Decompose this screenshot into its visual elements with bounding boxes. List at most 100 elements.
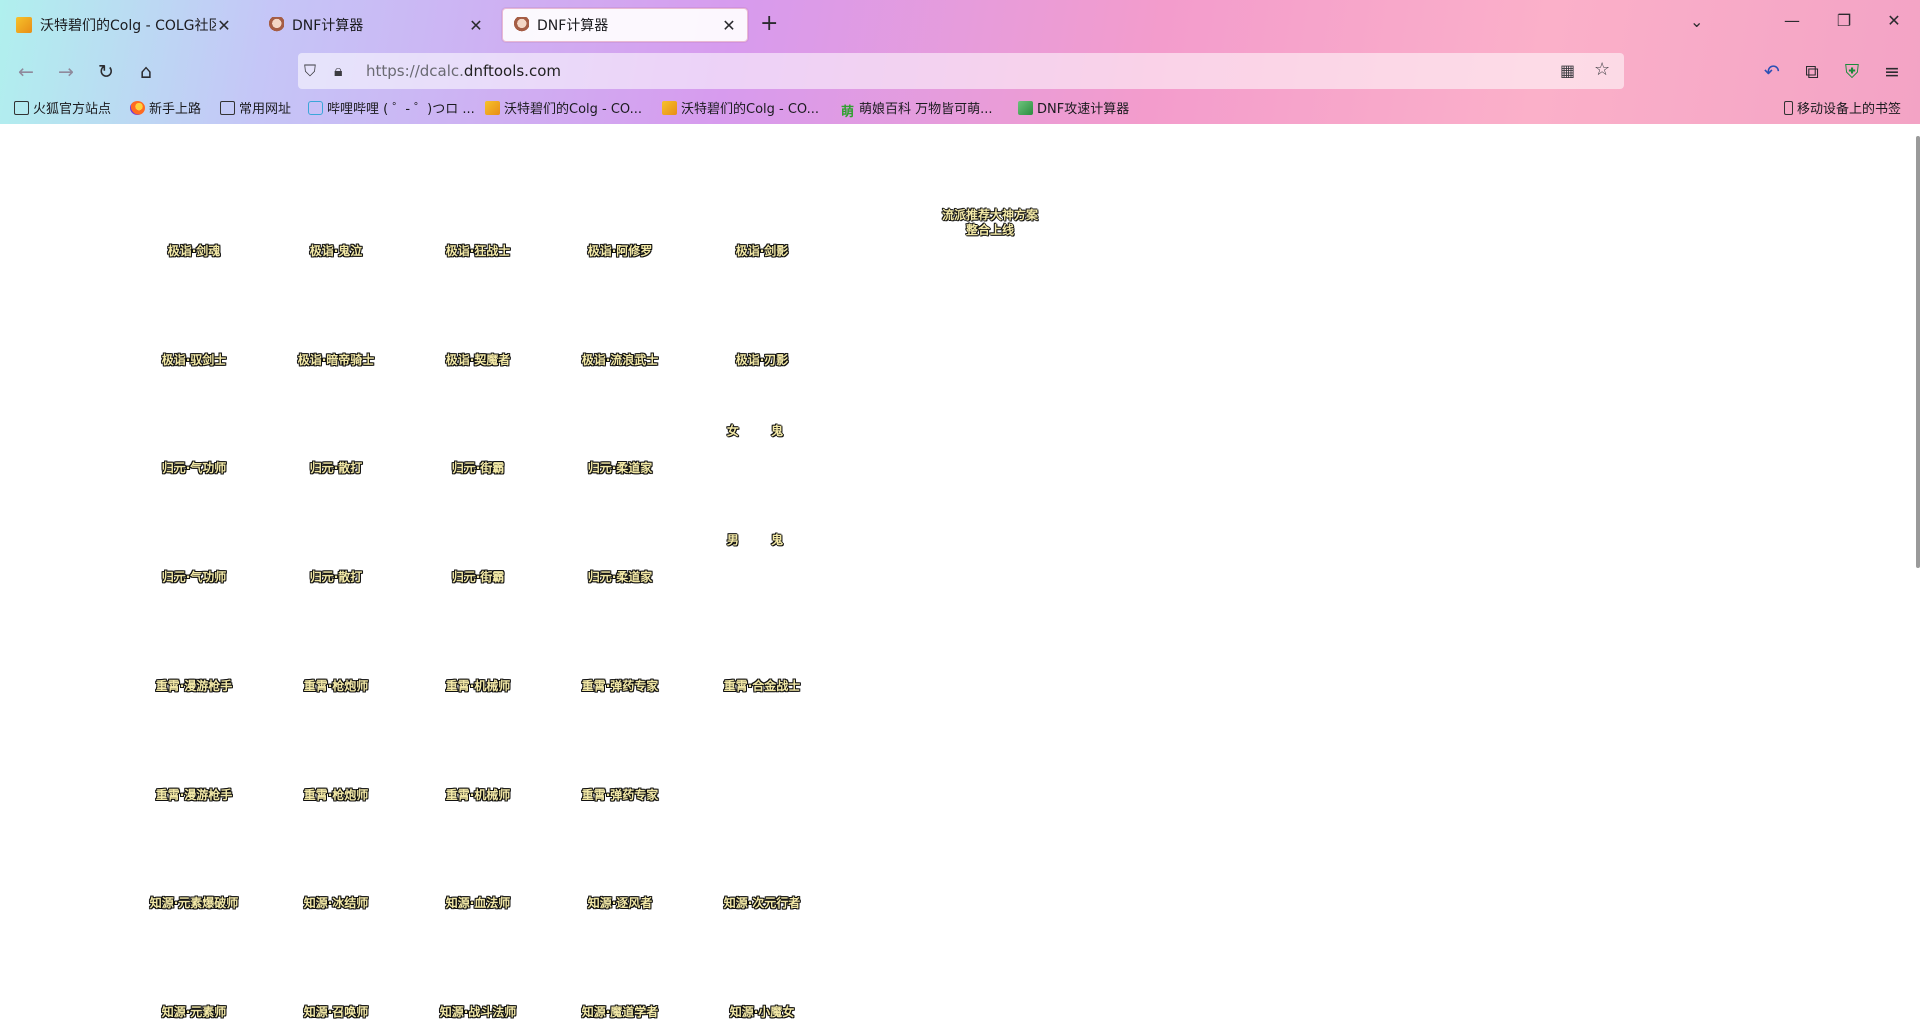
bookmark-label: 火狐官方站点 — [33, 102, 112, 117]
bookmark-item[interactable]: 火狐官方站点 — [14, 98, 111, 117]
job-button[interactable]: 知源·小魔女 — [692, 1003, 832, 1020]
page-content: 流派推荐大神方案 整合上线 女 鬼 男 鬼 极诣·剑魂 极诣·鬼泣 极诣·狂战士 极诣… — [0, 124, 1920, 1028]
job-button[interactable]: 极诣·狂战士 — [408, 242, 548, 259]
bookmark-label: 移动设备上的书签 — [1797, 102, 1902, 117]
shield-icon[interactable]: ⛉ — [304, 61, 316, 81]
bookmark-label: 哔哩哔哩 ( ゜- ゜)つロ ... — [327, 102, 475, 117]
close-icon[interactable]: ✕ — [721, 16, 737, 35]
url-text[interactable]: https://dcalc.dnftools.com — [366, 62, 561, 80]
job-button[interactable]: 极诣·契魔者 — [408, 351, 548, 368]
qr-code-icon[interactable]: ▦ — [1560, 61, 1575, 80]
job-button[interactable]: 极诣·刃影 — [692, 351, 832, 368]
job-button[interactable]: 重霄·机械师 — [408, 677, 548, 694]
job-button[interactable]: 归元·散打 — [266, 459, 406, 476]
forward-icon[interactable]: → — [54, 60, 78, 84]
job-button[interactable]: 重霄·漫游枪手 — [124, 786, 264, 803]
job-button[interactable]: 极诣·剑影 — [692, 242, 832, 259]
bookmark-label: 沃特碧们的Colg - CO... — [504, 102, 643, 117]
tab-dnf-calc-active[interactable]: DNF计算器 ✕ — [502, 8, 748, 42]
job-button[interactable]: 极诣·剑魂 — [124, 242, 264, 259]
url-domain: dnftools.com — [463, 62, 561, 80]
dnf-icon — [268, 17, 284, 33]
bookmark-item[interactable]: 沃特碧们的Colg - CO... — [485, 98, 642, 117]
job-button[interactable]: 知源·元素师 — [124, 1003, 264, 1020]
job-button[interactable]: 归元·散打 — [266, 568, 406, 585]
notice-line: 流派推荐大神方案 — [941, 208, 1038, 222]
job-button[interactable]: 知源·元素爆破师 — [124, 894, 264, 911]
colg-icon — [485, 100, 500, 115]
bookmark-label: 常用网址 — [239, 102, 292, 117]
navigation-toolbar: ← → ↻ ⌂ ⛉ 🔒︎ https://dcalc.dnftools.com … — [0, 52, 1920, 92]
adblock-shield-icon[interactable]: ⛨ — [1840, 60, 1864, 84]
browser-chrome: 沃特碧们的Colg - COLG社区 ✕ DNF计算器 ✕ DNF计算器 ✕ +… — [0, 0, 1920, 124]
job-button[interactable]: 极诣·驭剑士 — [124, 351, 264, 368]
minimize-icon[interactable]: — — [1782, 11, 1802, 30]
tab-strip: 沃特碧们的Colg - COLG社区 ✕ DNF计算器 ✕ DNF计算器 ✕ +… — [0, 0, 1920, 48]
tab-title: DNF计算器 — [292, 18, 364, 34]
job-button[interactable]: 重霄·合金战士 — [692, 677, 832, 694]
url-scheme: https://dcalc. — [366, 62, 464, 80]
tab-title: 沃特碧们的Colg - COLG社区 — [40, 18, 216, 34]
extensions-icon[interactable]: ⧉ — [1800, 60, 1824, 84]
job-button[interactable]: 极诣·阿修罗 — [550, 242, 690, 259]
dnf-calc-icon — [1018, 100, 1033, 115]
bookmark-label: 萌娘百科 万物皆可萌... — [859, 102, 993, 117]
job-button[interactable]: 归元·柔道家 — [550, 568, 690, 585]
back-icon[interactable]: ← — [14, 60, 38, 84]
address-bar[interactable]: ⛉ 🔒︎ https://dcalc.dnftools.com ▦ ☆ — [298, 53, 1624, 89]
job-button[interactable]: 归元·街霸 — [408, 568, 548, 585]
list-all-tabs-icon[interactable]: ⌄ — [1690, 12, 1703, 31]
job-button[interactable]: 知源·召唤师 — [266, 1003, 406, 1020]
mobile-bookmarks[interactable]: 移动设备上的书签 — [1784, 98, 1901, 117]
job-button[interactable]: 知源·魔道学者 — [550, 1003, 690, 1020]
notice-banner[interactable]: 流派推荐大神方案 整合上线 — [930, 208, 1050, 238]
colg-icon — [16, 17, 32, 33]
bookmark-item[interactable]: DNF攻速计算器 — [1018, 98, 1129, 117]
reload-icon[interactable]: ↻ — [94, 60, 118, 84]
job-button[interactable]: 知源·冰结师 — [266, 894, 406, 911]
bookmark-item[interactable]: 萌萌娘百科 万物皆可萌... — [840, 98, 993, 120]
bookmark-item[interactable]: 新手上路 — [130, 98, 201, 117]
scrollbar[interactable] — [1916, 136, 1920, 568]
moegirl-icon: 萌 — [840, 104, 854, 120]
job-button[interactable]: 归元·街霸 — [408, 459, 548, 476]
job-button[interactable]: 知源·战斗法师 — [408, 1003, 548, 1020]
job-button[interactable]: 归元·气功师 — [124, 568, 264, 585]
close-icon[interactable]: ✕ — [216, 16, 232, 35]
window-close-icon[interactable]: ✕ — [1884, 11, 1904, 30]
dnf-icon — [513, 17, 529, 33]
job-button[interactable]: 重霄·弹药专家 — [550, 677, 690, 694]
job-button[interactable]: 重霄·枪炮师 — [266, 786, 406, 803]
folder-icon — [14, 100, 29, 115]
job-button[interactable]: 重霄·枪炮师 — [266, 677, 406, 694]
menu-icon[interactable]: ≡ — [1880, 60, 1904, 84]
tab-colg[interactable]: 沃特碧们的Colg - COLG社区 ✕ — [6, 8, 242, 42]
tab-dnf-calc[interactable]: DNF计算器 ✕ — [258, 8, 494, 42]
job-button[interactable]: 知源·血法师 — [408, 894, 548, 911]
job-button[interactable]: 知源·次元行者 — [692, 894, 832, 911]
lock-icon[interactable]: 🔒︎ — [334, 61, 343, 81]
job-button[interactable]: 极诣·暗帝骑士 — [266, 351, 406, 368]
male-slayer-label: 男 鬼 — [726, 533, 798, 547]
bookmark-item[interactable]: 哔哩哔哩 ( ゜- ゜)つロ ... — [308, 98, 475, 117]
job-button[interactable]: 知源·逐风者 — [550, 894, 690, 911]
job-button[interactable]: 归元·柔道家 — [550, 459, 690, 476]
firefox-icon — [130, 100, 145, 115]
close-icon[interactable]: ✕ — [468, 16, 484, 35]
job-button[interactable]: 重霄·漫游枪手 — [124, 677, 264, 694]
job-button[interactable]: 重霄·机械师 — [408, 786, 548, 803]
job-button[interactable]: 极诣·鬼泣 — [266, 242, 406, 259]
new-tab-button[interactable]: + — [760, 11, 778, 36]
job-button[interactable]: 重霄·弹药专家 — [550, 786, 690, 803]
restore-icon[interactable]: ❐ — [1834, 11, 1854, 30]
bookmark-star-icon[interactable]: ☆ — [1594, 59, 1610, 80]
job-button[interactable]: 归元·气功师 — [124, 459, 264, 476]
notice-line: 整合上线 — [965, 223, 1014, 237]
home-icon[interactable]: ⌂ — [134, 60, 158, 84]
folder-icon — [220, 100, 235, 115]
bookmark-item[interactable]: 常用网址 — [220, 98, 291, 117]
reply-extension-icon[interactable]: ↶ — [1760, 60, 1784, 84]
bookmark-item[interactable]: 沃特碧们的Colg - CO... — [662, 98, 819, 117]
job-button[interactable]: 极诣·流浪武士 — [550, 351, 690, 368]
bookmark-label: 沃特碧们的Colg - CO... — [681, 102, 820, 117]
